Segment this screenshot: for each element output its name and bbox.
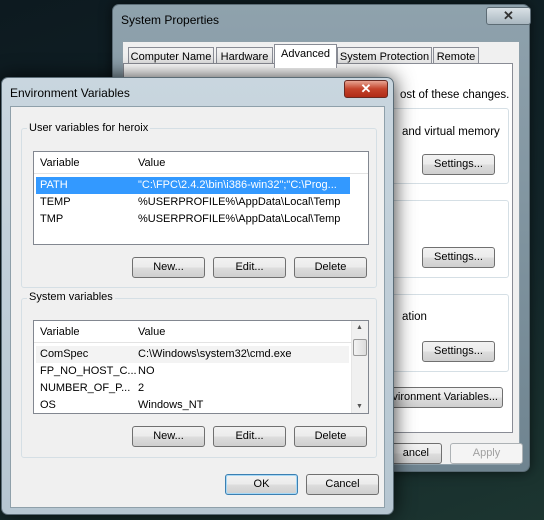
apply-button[interactable]: Apply — [450, 443, 523, 464]
startup-desc: ation — [402, 311, 427, 323]
row-variable: NUMBER_OF_P... — [40, 382, 131, 394]
window-title: Environment Variables — [10, 86, 130, 100]
system-variables-list[interactable]: Variable Value ComSpec C:\Windows\system3… — [33, 320, 369, 414]
row-variable: FP_NO_HOST_C... — [40, 365, 137, 377]
dialog-body: User variables for heroix Variable Value… — [10, 106, 385, 508]
user-new-button[interactable]: New... — [132, 257, 205, 278]
row-variable: PATH — [40, 179, 68, 191]
admin-note: ost of these changes. — [400, 89, 510, 101]
row-value: %USERPROFILE%\AppData\Local\Temp — [138, 213, 341, 225]
ok-button[interactable]: OK — [225, 474, 298, 495]
environment-variables-button[interactable]: vironment Variables... — [386, 387, 503, 408]
vertical-scrollbar[interactable]: ▲ ▼ — [351, 321, 368, 413]
column-value[interactable]: Value — [138, 326, 165, 338]
row-value: "C:\FPC\2.4.2\bin\i386-win32";"C:\Prog..… — [138, 179, 337, 191]
table-row[interactable]: PATH "C:\FPC\2.4.2\bin\i386-win32";"C:\Pr… — [36, 177, 350, 194]
row-value: C:\Windows\system32\cmd.exe — [138, 348, 292, 360]
user-variables-label: User variables for heroix — [27, 122, 151, 134]
close-icon: ✕ — [360, 81, 372, 96]
row-value: Windows_NT — [138, 399, 204, 411]
row-variable: TMP — [40, 213, 64, 225]
user-delete-button[interactable]: Delete — [294, 257, 367, 278]
user-variables-list[interactable]: Variable Value PATH "C:\FPC\2.4.2\bin\i38… — [33, 151, 369, 245]
table-row[interactable]: TEMP %USERPROFILE%\AppData\Local\Temp — [36, 194, 350, 211]
row-variable: TEMP — [40, 196, 71, 208]
system-edit-button[interactable]: Edit... — [213, 426, 286, 447]
table-row[interactable]: TMP %USERPROFILE%\AppData\Local\Temp — [36, 211, 350, 228]
column-value[interactable]: Value — [138, 157, 165, 169]
startup-settings-button[interactable]: Settings... — [422, 341, 495, 362]
user-profiles-settings-button[interactable]: Settings... — [422, 247, 495, 268]
performance-desc: and virtual memory — [402, 126, 500, 138]
row-value: 2 — [138, 382, 145, 394]
system-delete-button[interactable]: Delete — [294, 426, 367, 447]
scroll-up-arrow-icon[interactable]: ▲ — [356, 324, 363, 331]
scrollbar-thumb[interactable] — [353, 339, 367, 356]
row-variable: OS — [40, 399, 56, 411]
row-variable: ComSpec — [40, 348, 89, 360]
row-value: NO — [138, 365, 155, 377]
column-variable[interactable]: Variable — [40, 326, 80, 338]
table-row[interactable]: ComSpec C:\Windows\system32\cmd.exe — [36, 346, 349, 363]
window-title: System Properties — [121, 13, 220, 27]
cancel-button[interactable]: Cancel — [306, 474, 379, 495]
close-button[interactable]: ✕ — [344, 80, 388, 98]
list-header: Variable Value — [34, 152, 368, 174]
table-row[interactable]: FP_NO_HOST_C... NO — [36, 363, 349, 380]
system-new-button[interactable]: New... — [132, 426, 205, 447]
environment-variables-window: Environment Variables ✕ User variables f… — [1, 77, 394, 515]
table-row[interactable]: NUMBER_OF_P... 2 — [36, 380, 349, 397]
tab-advanced[interactable]: Advanced — [274, 44, 337, 68]
close-button[interactable]: ✕ — [486, 7, 531, 25]
system-variables-label: System variables — [27, 291, 115, 303]
column-variable[interactable]: Variable — [40, 157, 80, 169]
table-row[interactable]: OS Windows_NT — [36, 397, 349, 414]
user-edit-button[interactable]: Edit... — [213, 257, 286, 278]
list-header: Variable Value — [34, 321, 351, 343]
performance-settings-button[interactable]: Settings... — [422, 154, 495, 175]
close-icon: ✕ — [503, 8, 514, 23]
row-value: %USERPROFILE%\AppData\Local\Temp — [138, 196, 341, 208]
scroll-down-arrow-icon[interactable]: ▼ — [356, 403, 363, 410]
